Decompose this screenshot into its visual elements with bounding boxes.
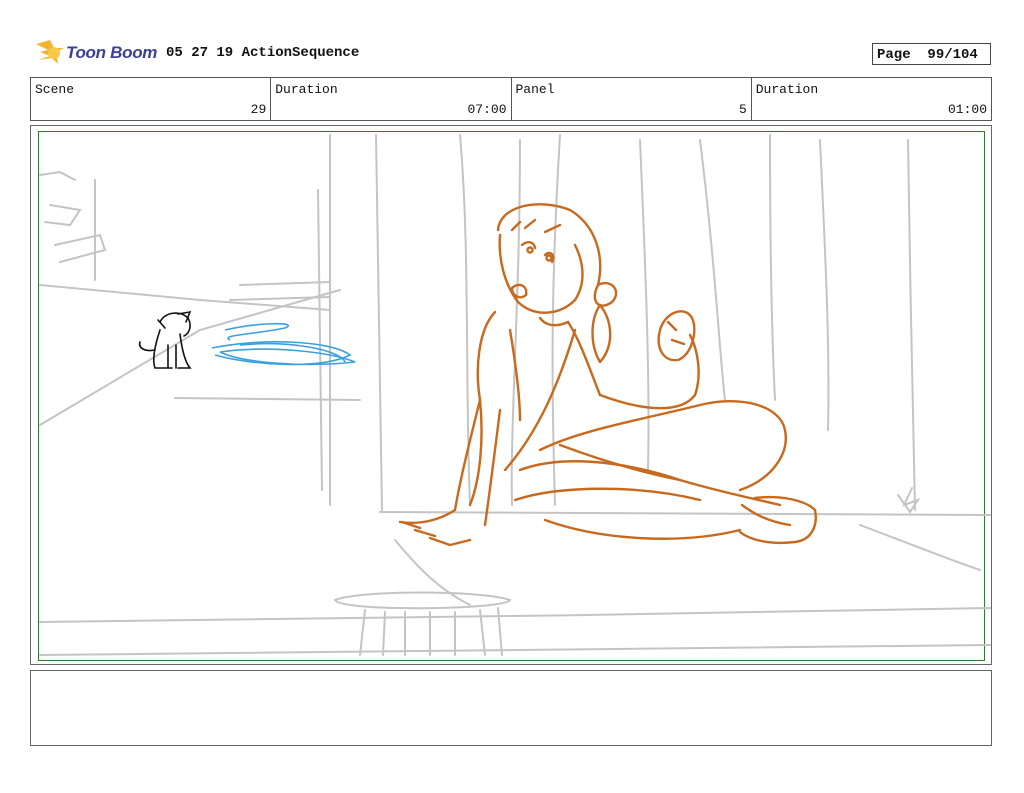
character-sketch: [398, 203, 817, 547]
background-sketch-lines: [39, 134, 991, 656]
panel-notes-box: [30, 670, 992, 746]
speed-effect-lines: [211, 322, 356, 366]
